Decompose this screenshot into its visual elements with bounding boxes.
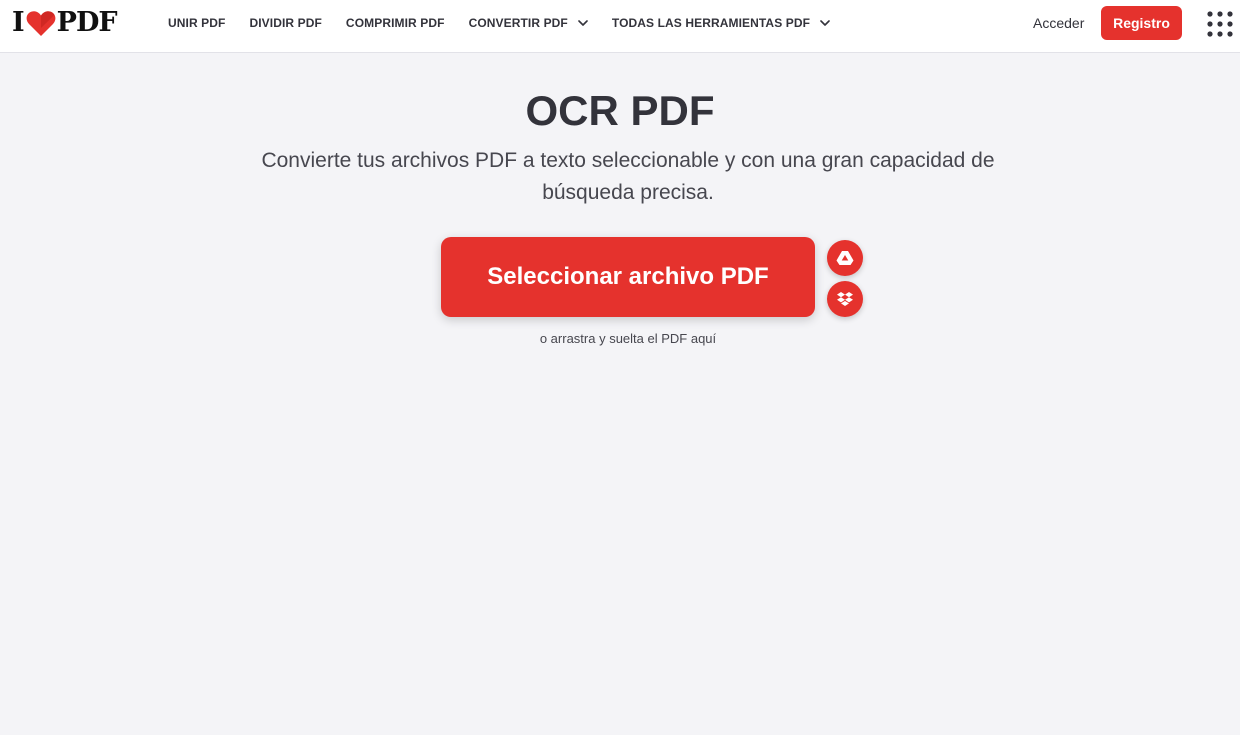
nav-unir-pdf[interactable]: UNIR PDF (156, 0, 237, 46)
google-drive-button[interactable] (827, 240, 863, 276)
page-title: OCR PDF (525, 87, 715, 134)
chevron-down-icon (820, 19, 830, 26)
ilovepdf-logo[interactable]: I PDF (12, 7, 118, 39)
logo-text-pdf: PDF (56, 7, 118, 38)
logo-letter-i: I (12, 7, 25, 38)
chevron-down-icon (578, 19, 588, 26)
nav-dividir-pdf[interactable]: DIVIDIR PDF (237, 0, 333, 46)
main-nav: UNIR PDF DIVIDIR PDF COMPRIMIR PDF CONVE… (156, 0, 842, 46)
nav-label: DIVIDIR PDF (249, 16, 322, 30)
drag-drop-hint: o arrastra y suelta el PDF aquí (539, 331, 717, 346)
top-navbar: I PDF UNIR PDF DIVIDIR PDF COMPRIMIR PDF… (0, 0, 1240, 53)
heart-icon (26, 11, 56, 36)
nav-convertir-pdf[interactable]: CONVERTIR PDF (457, 0, 600, 46)
page-subtitle: Convierte tus archivos PDF a texto selec… (261, 149, 995, 204)
dropbox-button[interactable] (827, 281, 863, 317)
login-link[interactable]: Acceder (1033, 15, 1084, 31)
register-button[interactable]: Registro (1101, 6, 1182, 40)
grid-menu-icon[interactable] (1207, 11, 1233, 37)
google-drive-icon (836, 251, 854, 265)
nav-label: UNIR PDF (168, 16, 226, 30)
dropbox-icon (837, 291, 853, 306)
nav-label: COMPRIMIR PDF (345, 16, 445, 30)
nav-todas-herramientas[interactable]: TODAS LAS HERRAMIENTAS PDF (600, 0, 842, 46)
nav-label: TODAS LAS HERRAMIENTAS PDF (611, 16, 811, 30)
nav-label: CONVERTIR PDF (468, 16, 568, 30)
select-pdf-button[interactable]: Seleccionar archivo PDF (441, 237, 815, 317)
nav-comprimir-pdf[interactable]: COMPRIMIR PDF (334, 0, 457, 46)
